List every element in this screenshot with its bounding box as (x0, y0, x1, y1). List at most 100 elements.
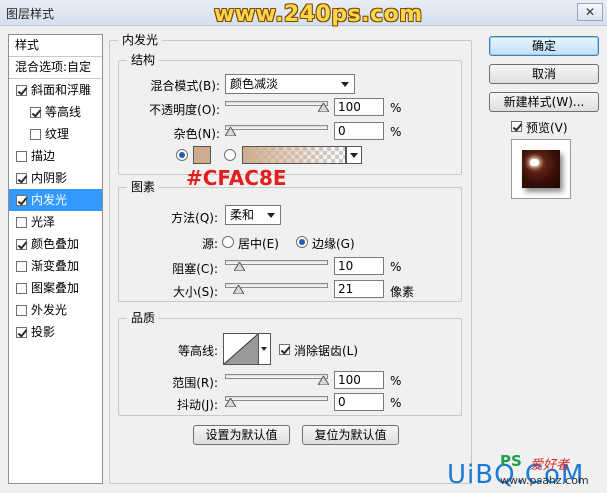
style-item-checkbox[interactable] (16, 151, 27, 162)
style-item-checkbox[interactable] (30, 107, 41, 118)
choke-label: 阻塞(C): (172, 262, 218, 276)
style-item[interactable]: 外发光 (9, 299, 102, 321)
antialias-label: 消除锯齿(L) (294, 344, 359, 358)
opacity-unit: % (390, 101, 402, 115)
jitter-slider[interactable] (225, 393, 328, 407)
opacity-input[interactable]: 100 (334, 98, 384, 116)
ok-button[interactable]: 确定 (489, 36, 599, 56)
slider-thumb[interactable] (225, 398, 236, 407)
style-item-label: 光泽 (31, 215, 56, 229)
size-slider[interactable] (225, 280, 328, 294)
new-style-button[interactable]: 新建样式(W)... (489, 92, 599, 112)
close-icon: ✕ (584, 5, 596, 19)
reset-default-button[interactable]: 复位为默认值 (302, 425, 399, 445)
style-item[interactable]: 描边 (9, 145, 102, 167)
jitter-unit: % (390, 396, 402, 410)
style-item-label: 斜面和浮雕 (31, 83, 92, 97)
style-item-label: 颜色叠加 (31, 237, 80, 251)
chevron-down-icon (341, 82, 349, 87)
style-item-label: 图案叠加 (31, 281, 80, 295)
chevron-down-icon (350, 153, 358, 158)
technique-select[interactable]: 柔和 (225, 205, 281, 225)
style-item-checkbox[interactable] (16, 85, 27, 96)
style-item[interactable]: 光泽 (9, 211, 102, 233)
contour-curve-icon (223, 333, 259, 365)
style-list-header[interactable]: 样式 (9, 35, 102, 57)
style-item[interactable]: 斜面和浮雕 (9, 79, 102, 101)
elements-title: 图素 (127, 180, 160, 194)
panel-title: 内发光 (118, 33, 163, 47)
slider-thumb[interactable] (232, 285, 244, 294)
style-item[interactable]: 图案叠加 (9, 277, 102, 299)
style-preview-thumbnail (511, 139, 571, 199)
opacity-label: 不透明度(O): (149, 103, 220, 117)
preview-checkbox[interactable] (511, 121, 522, 132)
choke-unit: % (390, 260, 402, 274)
contour-label: 等高线: (177, 344, 218, 358)
size-input[interactable]: 21 (334, 280, 384, 298)
style-item[interactable]: 颜色叠加 (9, 233, 102, 255)
style-item[interactable]: 渐变叠加 (9, 255, 102, 277)
style-item-checkbox[interactable] (16, 261, 27, 272)
solid-color-radio[interactable] (176, 149, 188, 161)
slider-thumb[interactable] (318, 376, 329, 385)
ps-logo: PS (500, 452, 522, 470)
choke-slider[interactable] (225, 257, 328, 271)
cancel-button[interactable]: 取消 (489, 64, 599, 84)
style-item-checkbox[interactable] (16, 195, 27, 206)
style-item[interactable]: 投影 (9, 321, 102, 343)
antialias-checkbox[interactable] (279, 344, 290, 355)
source-edge-label: 边缘(G) (312, 237, 355, 251)
gradient-radio[interactable] (224, 149, 236, 161)
make-default-button[interactable]: 设置为默认值 (193, 425, 290, 445)
window-title: 图层样式 (6, 7, 55, 21)
gradient-dropdown[interactable] (346, 146, 362, 164)
style-item-checkbox[interactable] (16, 239, 27, 250)
style-item-label: 描边 (31, 149, 56, 163)
contour-dropdown[interactable] (259, 333, 271, 365)
style-item-label: 纹理 (45, 127, 70, 141)
chevron-down-icon (267, 213, 275, 218)
noise-input[interactable]: 0 (334, 122, 384, 140)
style-item-checkbox[interactable] (16, 217, 27, 228)
noise-slider[interactable] (225, 122, 328, 136)
size-label: 大小(S): (172, 285, 218, 299)
slider-thumb[interactable] (318, 103, 329, 112)
contour-preview[interactable] (223, 333, 259, 365)
slider-track (225, 101, 328, 106)
style-item[interactable]: 纹理 (9, 123, 102, 145)
slider-track (225, 125, 328, 130)
source-center-label: 居中(E) (238, 237, 279, 251)
source-center-radio[interactable] (222, 236, 234, 248)
style-item[interactable]: 内阴影 (9, 167, 102, 189)
style-item-checkbox[interactable] (16, 305, 27, 316)
style-item-checkbox[interactable] (16, 173, 27, 184)
style-item-label: 外发光 (31, 303, 68, 317)
size-unit: 像素 (390, 285, 415, 299)
blend-options-item[interactable]: 混合选项:自定 (9, 57, 102, 79)
slider-thumb[interactable] (225, 127, 236, 136)
close-button[interactable]: ✕ (577, 3, 603, 21)
choke-input[interactable]: 10 (334, 257, 384, 275)
style-item[interactable]: 内发光 (9, 189, 102, 211)
chevron-down-icon (261, 347, 267, 351)
slider-thumb[interactable] (234, 262, 246, 271)
style-item[interactable]: 等高线 (9, 101, 102, 123)
style-item-checkbox[interactable] (16, 283, 27, 294)
glow-color-swatch[interactable] (193, 146, 211, 164)
technique-label: 方法(Q): (171, 211, 218, 225)
range-slider[interactable] (225, 371, 329, 385)
quality-title: 品质 (127, 311, 160, 325)
jitter-input[interactable]: 0 (334, 393, 384, 411)
blend-mode-select[interactable]: 颜色减淡 (225, 74, 355, 94)
style-item-checkbox[interactable] (16, 327, 27, 338)
opacity-slider[interactable] (225, 98, 329, 112)
style-item-checkbox[interactable] (30, 129, 41, 140)
range-input[interactable]: 100 (334, 371, 384, 389)
gradient-preview[interactable] (242, 146, 346, 164)
technique-value: 柔和 (230, 208, 255, 222)
site-url: www.psahz.com (500, 474, 589, 487)
watermark-text: www.240ps.com (214, 2, 423, 27)
source-edge-radio[interactable] (296, 236, 308, 248)
preview-label: 预览(V) (526, 121, 568, 135)
